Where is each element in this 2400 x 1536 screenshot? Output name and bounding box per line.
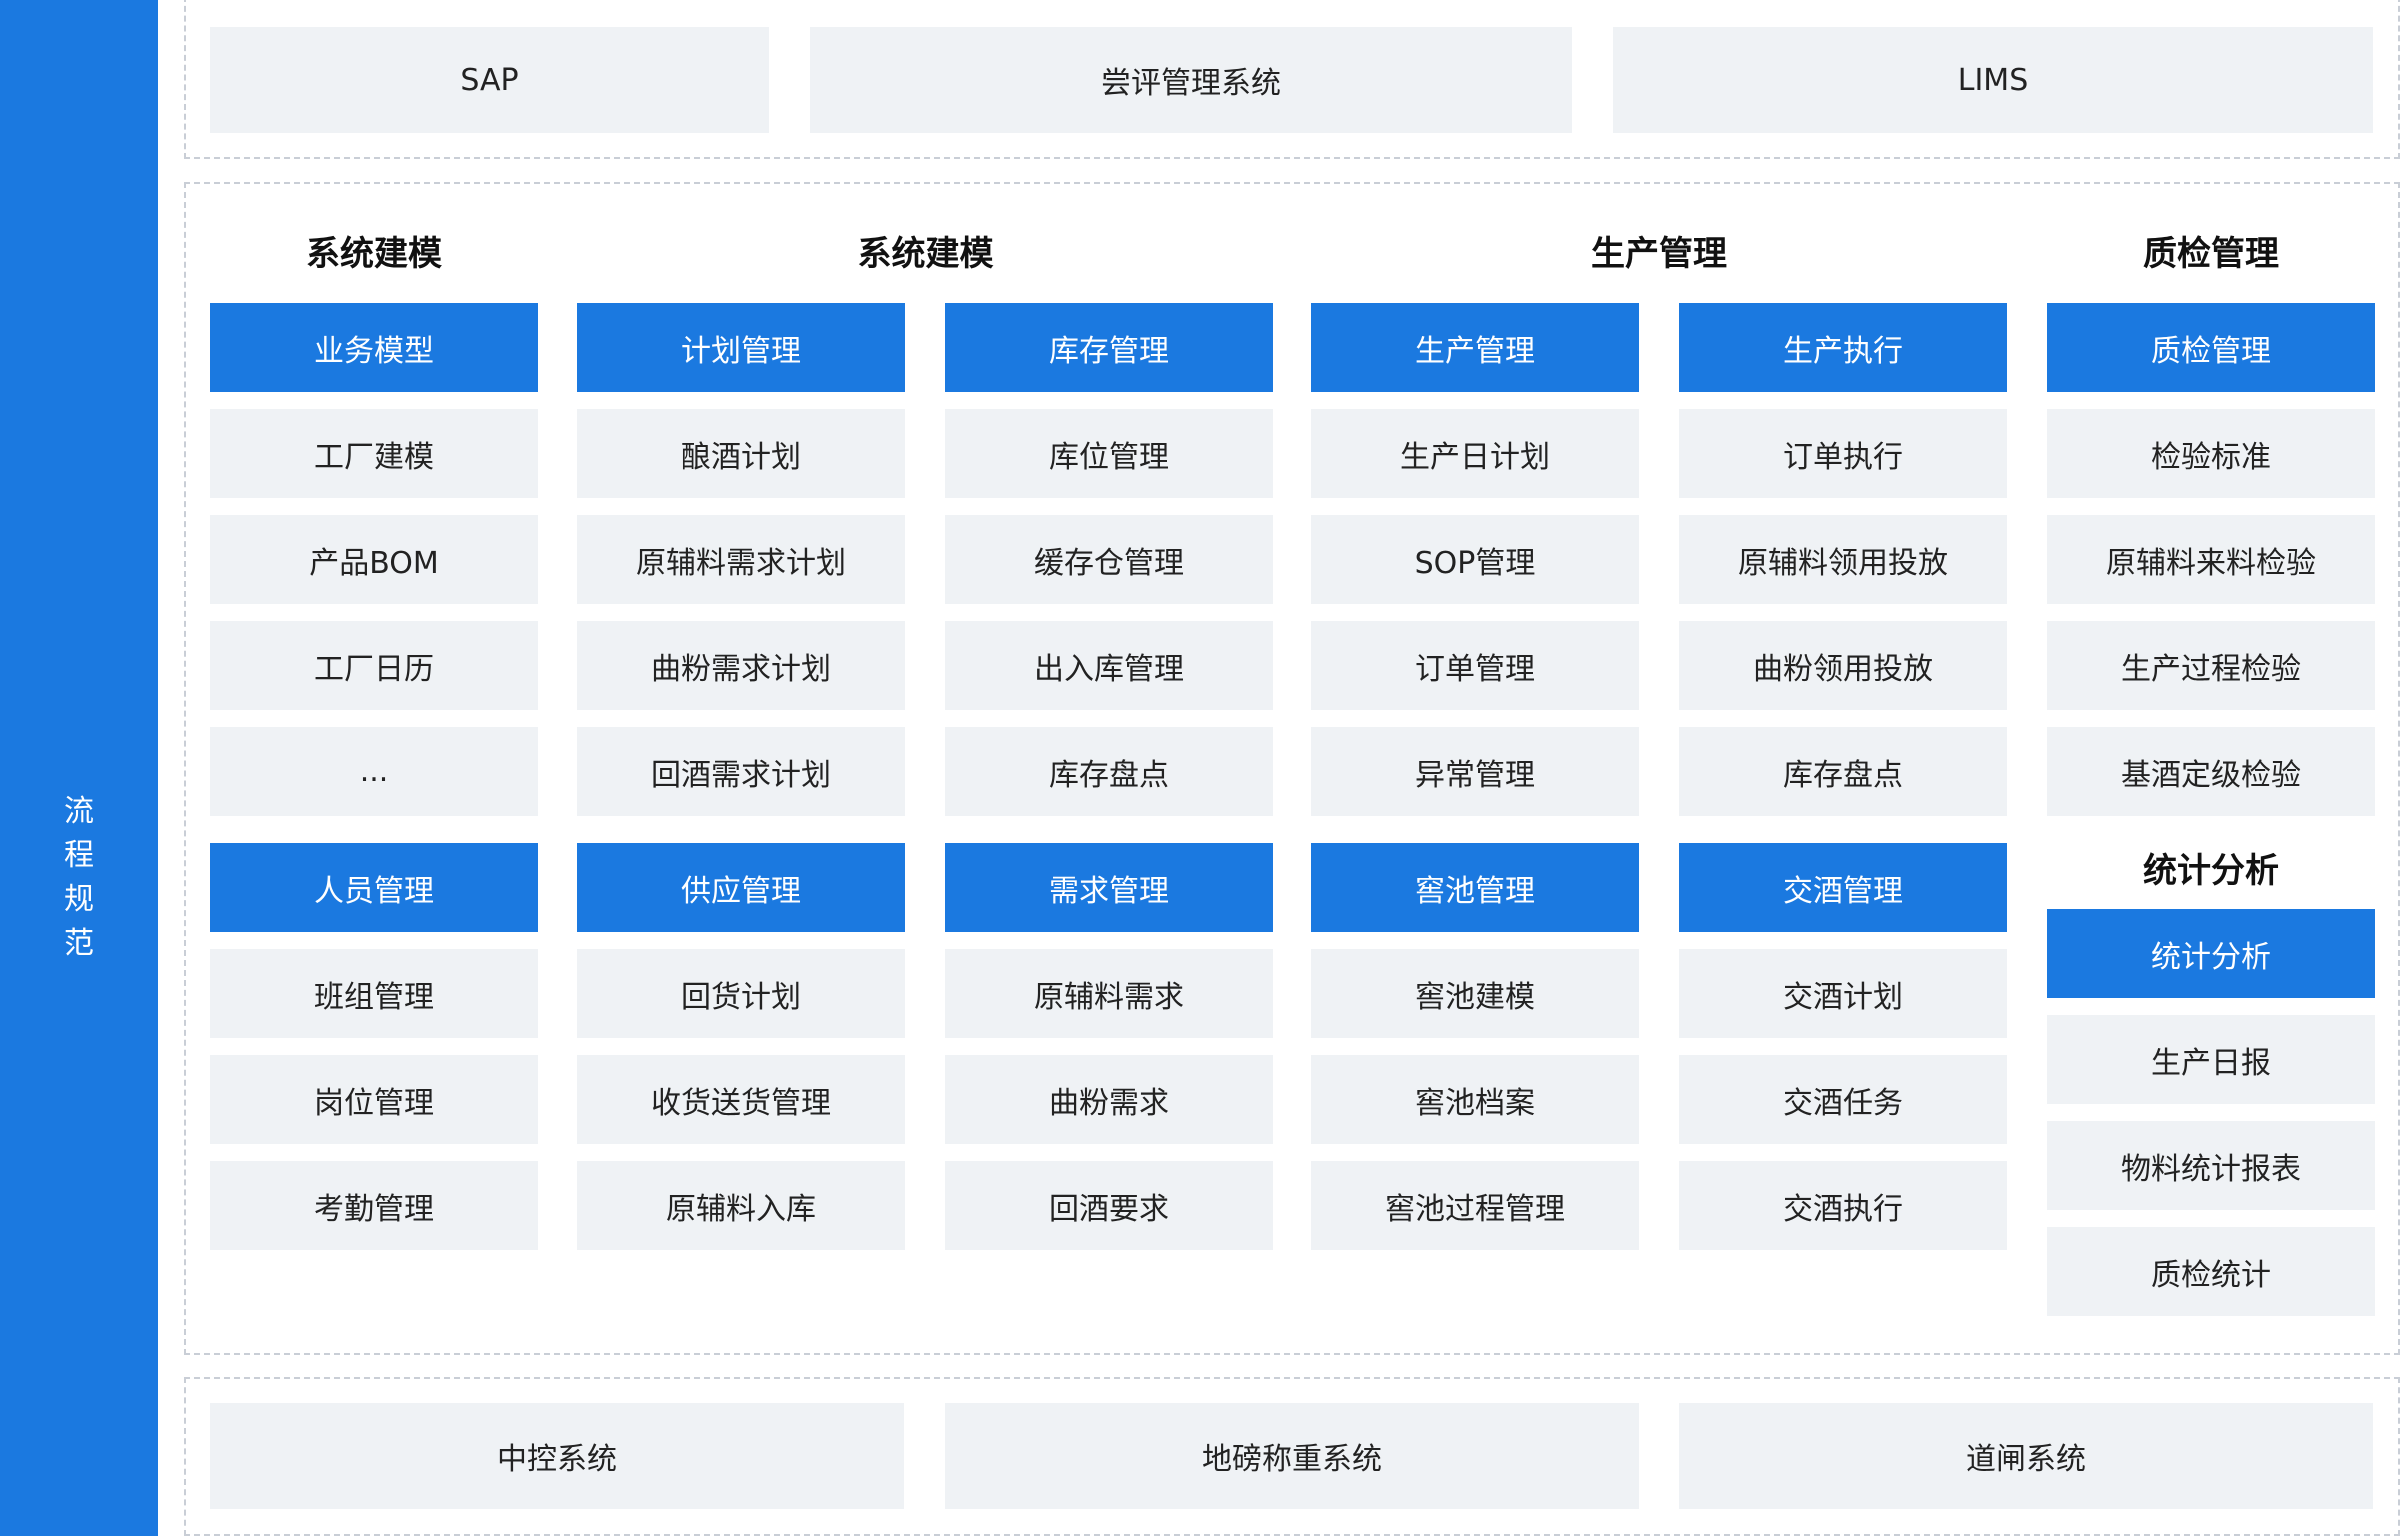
module-header: 人员管理 [210,843,538,932]
module-item: 原辅料领用投放 [1679,515,2007,604]
module-item: 回货计划 [577,949,905,1038]
section-title-production: 生产管理 [1591,234,1727,274]
module-item: 异常管理 [1311,727,1639,816]
module-item: 回酒需求计划 [577,727,905,816]
module-item: 质检统计 [2047,1227,2375,1316]
module-item: 生产日计划 [1311,409,1639,498]
module-item: 生产日报 [2047,1015,2375,1104]
module-item: 收货送货管理 [577,1055,905,1144]
module-item: SOP管理 [1311,515,1639,604]
module-item: 工厂日历 [210,621,538,710]
module-item: 曲粉需求计划 [577,621,905,710]
side-label: 流 程 规 范 [64,794,94,961]
side-bar: 流 程 规 范 [0,0,158,1536]
section-title-quality: 质检管理 [2143,234,2279,274]
module-item: 窖池建模 [1311,949,1639,1038]
module-header: 库存管理 [945,303,1273,392]
module-item: 曲粉领用投放 [1679,621,2007,710]
bottom-system-weighbridge: 地磅称重系统 [945,1403,1639,1509]
module-item: 原辅料来料检验 [2047,515,2375,604]
module-item: 回酒要求 [945,1161,1273,1250]
section-title-modeling: 系统建模 [306,234,442,274]
module-item: 交酒计划 [1679,949,2007,1038]
top-system-lims: LIMS [1613,27,2373,133]
bottom-system-central-control: 中控系统 [210,1403,904,1509]
module-item: 工厂建模 [210,409,538,498]
module-item: 酿酒计划 [577,409,905,498]
module-item: 物料统计报表 [2047,1121,2375,1210]
module-header: 窖池管理 [1311,843,1639,932]
module-header: 质检管理 [2047,303,2375,392]
module-item: 订单管理 [1311,621,1639,710]
module-item: 窖池档案 [1311,1055,1639,1144]
module-header: 生产执行 [1679,303,2007,392]
module-item: ... [210,727,538,816]
module-item: 出入库管理 [945,621,1273,710]
module-header: 需求管理 [945,843,1273,932]
module-item: 缓存仓管理 [945,515,1273,604]
module-item: 考勤管理 [210,1161,538,1250]
module-item: 原辅料需求计划 [577,515,905,604]
module-item: 交酒任务 [1679,1055,2007,1144]
module-item: 库存盘点 [1679,727,2007,816]
bottom-system-barrier-gate: 道闸系统 [1679,1403,2373,1509]
module-item: 生产过程检验 [2047,621,2375,710]
module-item: 库存盘点 [945,727,1273,816]
section-title-planning: 系统建模 [857,234,994,274]
module-header: 交酒管理 [1679,843,2007,932]
top-system-sap: SAP [210,27,769,133]
module-item: 交酒执行 [1679,1161,2007,1250]
module-item: 岗位管理 [210,1055,538,1144]
module-item: 产品BOM [210,515,538,604]
module-header: 统计分析 [2047,909,2375,998]
module-item: 窖池过程管理 [1311,1161,1639,1250]
module-item: 原辅料需求 [945,949,1273,1038]
module-header: 供应管理 [577,843,905,932]
module-header: 业务模型 [210,303,538,392]
module-item: 库位管理 [945,409,1273,498]
module-header: 计划管理 [577,303,905,392]
module-item: 检验标准 [2047,409,2375,498]
top-system-tasting: 尝评管理系统 [810,27,1572,133]
module-item: 基酒定级检验 [2047,727,2375,816]
section-title-statistics: 统计分析 [2143,851,2279,891]
module-item: 订单执行 [1679,409,2007,498]
module-header: 生产管理 [1311,303,1639,392]
module-item: 曲粉需求 [945,1055,1273,1144]
module-item: 原辅料入库 [577,1161,905,1250]
module-item: 班组管理 [210,949,538,1038]
